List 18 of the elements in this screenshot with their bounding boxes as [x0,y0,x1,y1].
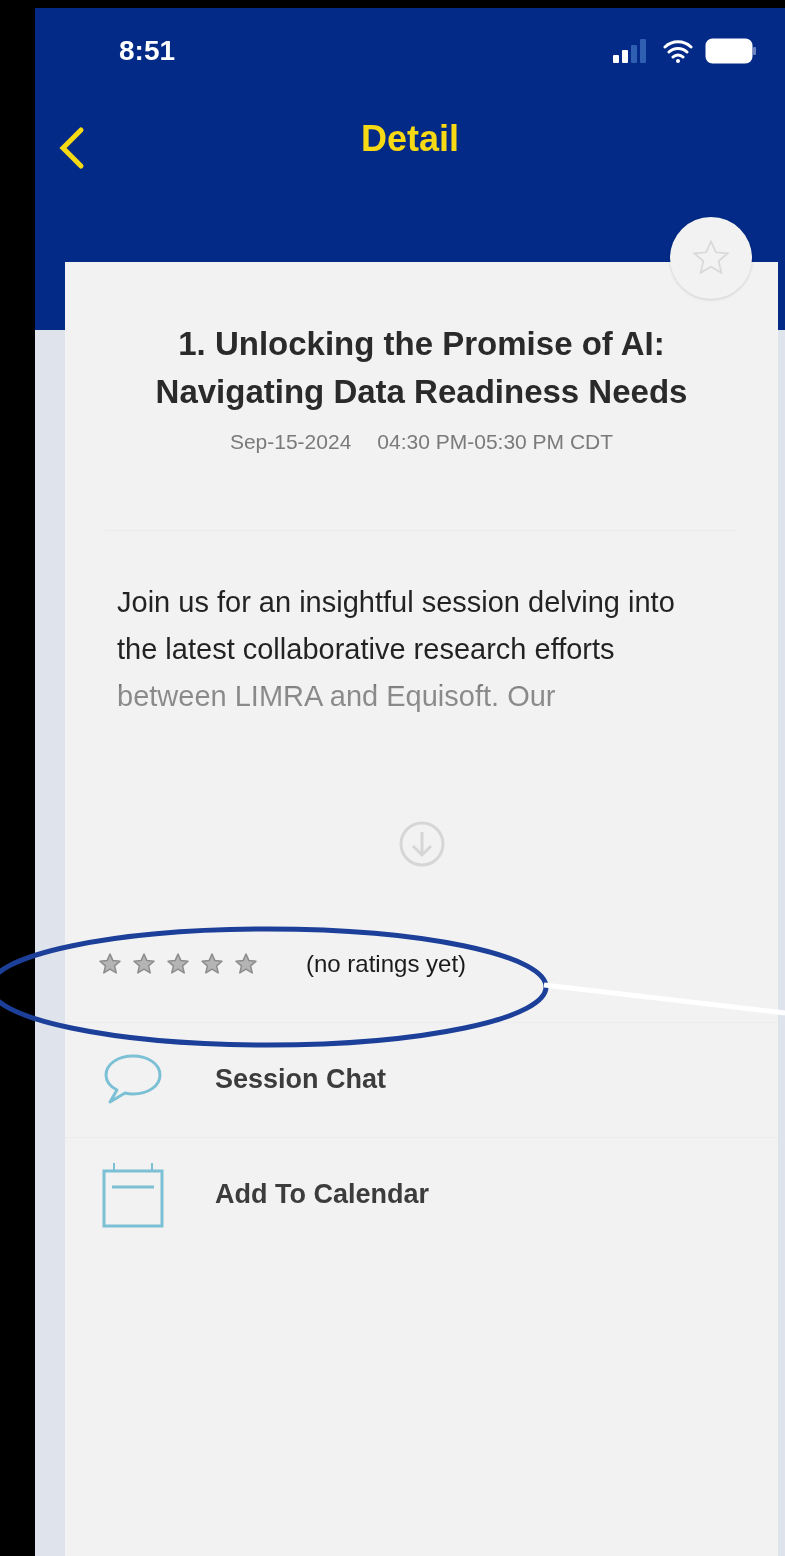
action-link[interactable]: Add To Calendar [215,1174,429,1215]
screen-title: Detail [360,117,459,161]
wifi-icon [663,39,693,63]
star-rating[interactable] [98,951,258,976]
star-icon [234,951,258,976]
calendar-icon [102,1160,164,1229]
star-icon [98,951,122,976]
rating-status: (no ratings yet) [306,948,467,979]
session-time: 04:30 PM-05:30 PM CDT [377,429,614,455]
star-icon [200,951,224,976]
back-chevron-icon [57,126,85,170]
star-icon [132,951,156,976]
session-title: 1. Unlocking the Promise of AI: Navigating Data Readiness Needs [154,324,689,412]
action-link[interactable]: Session Chat [215,1059,387,1100]
session-date: Sep-15-2024 [229,429,352,455]
status-time: 8:51 [119,34,176,68]
star-icon [166,951,190,976]
battery-icon [705,38,757,64]
